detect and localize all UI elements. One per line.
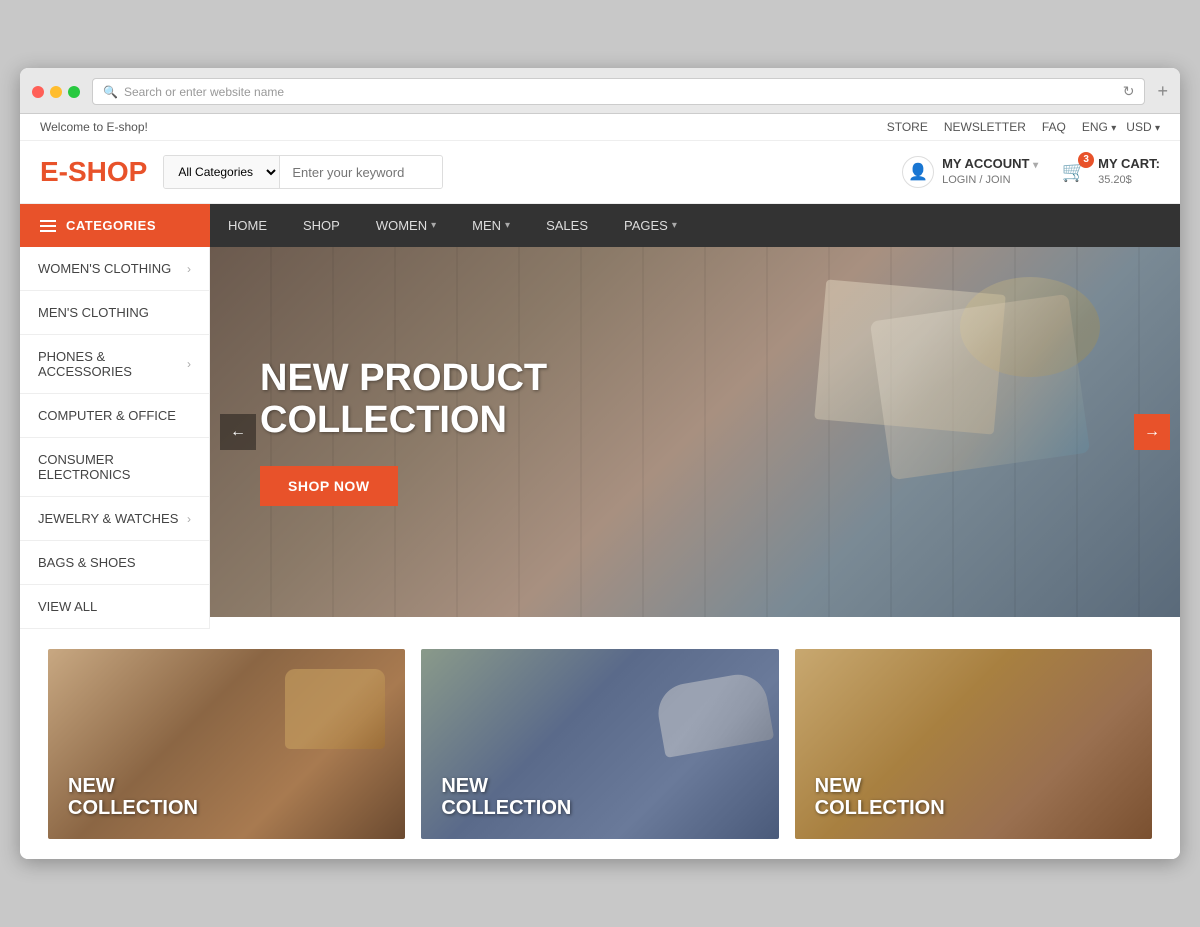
logo-shop: SHOP xyxy=(68,156,147,187)
navbar: CATEGORIES HOME SHOP WOMEN ▾ MEN ▾ SALES… xyxy=(20,204,1180,247)
hero-title: NEW PRODUCT COLLECTION xyxy=(260,358,547,442)
logo-e: E- xyxy=(40,156,68,187)
product-card-1-label: NEW COLLECTION xyxy=(68,775,198,819)
cart-amount: 35.20$ xyxy=(1098,173,1160,188)
chevron-right-icon-3: › xyxy=(187,512,191,526)
hero-image: NEW PRODUCT COLLECTION SHOP NOW ← → xyxy=(210,247,1180,617)
sidebar-item-mens-clothing[interactable]: MEN'S CLOTHING xyxy=(20,291,209,335)
product-card-3[interactable]: NEW COLLECTION xyxy=(795,649,1152,839)
sidebar-item-consumer-electronics[interactable]: CONSUMER ELECTRONICS xyxy=(20,438,209,497)
bag-decorative-shape xyxy=(285,669,385,749)
account-icon: 👤 xyxy=(902,156,934,188)
hero-next-button[interactable]: → xyxy=(1134,414,1170,450)
faq-link[interactable]: FAQ xyxy=(1042,120,1066,134)
search-input[interactable] xyxy=(280,157,443,188)
products-row: NEW COLLECTION NEW COLLECTION NEW COLLEC… xyxy=(20,629,1180,859)
header: E-SHOP All Categories 🔍 👤 MY ACCOUNT ▾ L… xyxy=(20,141,1180,204)
cart-section[interactable]: 🛒 3 MY CART: 35.20$ xyxy=(1058,155,1160,189)
address-text: Search or enter website name xyxy=(124,85,284,99)
newsletter-link[interactable]: NEWSLETTER xyxy=(944,120,1026,134)
product-card-1[interactable]: NEW COLLECTION xyxy=(48,649,405,839)
maximize-dot[interactable] xyxy=(68,86,80,98)
welcome-text: Welcome to E-shop! xyxy=(40,120,148,134)
sidebar: WOMEN'S CLOTHING › MEN'S CLOTHING PHONES… xyxy=(20,247,210,629)
store-link[interactable]: STORE xyxy=(887,120,928,134)
product-card-3-label: NEW COLLECTION xyxy=(815,775,945,819)
sidebar-item-view-all[interactable]: VIEW ALL xyxy=(20,585,209,629)
nav-links: HOME SHOP WOMEN ▾ MEN ▾ SALES PAGES ▾ xyxy=(210,204,695,247)
nav-home[interactable]: HOME xyxy=(210,204,285,247)
nav-women[interactable]: WOMEN ▾ xyxy=(358,204,454,247)
men-dropdown-arrow: ▾ xyxy=(505,220,510,231)
categories-label: CATEGORIES xyxy=(66,218,156,233)
lang-currency-group: ENG ▾ USD ▾ xyxy=(1082,120,1160,134)
pages-dropdown-arrow: ▾ xyxy=(672,220,677,231)
header-right: 👤 MY ACCOUNT ▾ LOGIN / JOIN 🛒 3 MY CART: xyxy=(902,155,1160,189)
logo[interactable]: E-SHOP xyxy=(40,156,147,188)
cart-badge: 3 xyxy=(1078,152,1094,168)
main-content: WOMEN'S CLOTHING › MEN'S CLOTHING PHONES… xyxy=(20,247,1180,629)
sidebar-item-bags-shoes[interactable]: BAGS & SHOES xyxy=(20,541,209,585)
cart-icon-wrap: 🛒 3 xyxy=(1058,156,1090,188)
top-bar-right: STORE NEWSLETTER FAQ ENG ▾ USD ▾ xyxy=(887,120,1160,134)
nav-sales[interactable]: SALES xyxy=(528,204,606,247)
close-dot[interactable] xyxy=(32,86,44,98)
search-bar: All Categories 🔍 xyxy=(163,155,443,189)
currency-dropdown-arrow: ▾ xyxy=(1155,123,1160,134)
browser-window: 🔍 Search or enter website name ↻ + Welco… xyxy=(20,68,1180,859)
nav-pages[interactable]: PAGES ▾ xyxy=(606,204,695,247)
hamburger-icon xyxy=(40,220,56,232)
product-card-2[interactable]: NEW COLLECTION xyxy=(421,649,778,839)
categories-button[interactable]: CATEGORIES xyxy=(20,204,210,247)
sidebar-item-phones[interactable]: PHONES & ACCESSORIES › xyxy=(20,335,209,394)
shop-now-button[interactable]: SHOP NOW xyxy=(260,466,398,506)
browser-chrome: 🔍 Search or enter website name ↻ + xyxy=(20,68,1180,114)
hero-content: NEW PRODUCT COLLECTION SHOP NOW xyxy=(210,318,597,546)
category-select[interactable]: All Categories xyxy=(164,156,280,188)
shoe-decorative-shape xyxy=(653,670,773,758)
nav-shop[interactable]: SHOP xyxy=(285,204,358,247)
hero-prev-button[interactable]: ← xyxy=(220,414,256,450)
cart-text: MY CART: 35.20$ xyxy=(1098,155,1160,189)
product-card-2-label: NEW COLLECTION xyxy=(441,775,571,819)
browser-dots xyxy=(32,86,80,98)
refresh-icon[interactable]: ↻ xyxy=(1123,83,1135,100)
chevron-right-icon-2: › xyxy=(187,357,191,371)
sidebar-item-jewelry[interactable]: JEWELRY & WATCHES › xyxy=(20,497,209,541)
address-bar[interactable]: 🔍 Search or enter website name ↻ xyxy=(92,78,1145,105)
search-icon: 🔍 xyxy=(103,85,118,99)
cart-label: MY CART: xyxy=(1098,155,1160,173)
account-label: MY ACCOUNT ▾ xyxy=(942,155,1038,173)
add-tab-icon[interactable]: + xyxy=(1157,81,1168,102)
hero-decor-bag xyxy=(870,294,1090,480)
sidebar-item-computer[interactable]: COMPUTER & OFFICE xyxy=(20,394,209,438)
currency-selector[interactable]: USD ▾ xyxy=(1126,120,1160,134)
nav-men[interactable]: MEN ▾ xyxy=(454,204,528,247)
chevron-right-icon: › xyxy=(187,262,191,276)
women-dropdown-arrow: ▾ xyxy=(431,220,436,231)
account-sub: LOGIN / JOIN xyxy=(942,173,1038,188)
account-dropdown-arrow: ▾ xyxy=(1033,160,1038,171)
language-selector[interactable]: ENG ▾ xyxy=(1082,120,1116,134)
lang-dropdown-arrow: ▾ xyxy=(1111,123,1116,134)
top-bar: Welcome to E-shop! STORE NEWSLETTER FAQ … xyxy=(20,114,1180,141)
sidebar-item-womens-clothing[interactable]: WOMEN'S CLOTHING › xyxy=(20,247,209,291)
minimize-dot[interactable] xyxy=(50,86,62,98)
hero-slider: NEW PRODUCT COLLECTION SHOP NOW ← → xyxy=(210,247,1180,629)
account-section[interactable]: 👤 MY ACCOUNT ▾ LOGIN / JOIN xyxy=(902,155,1038,189)
account-text: MY ACCOUNT ▾ LOGIN / JOIN xyxy=(942,155,1038,189)
